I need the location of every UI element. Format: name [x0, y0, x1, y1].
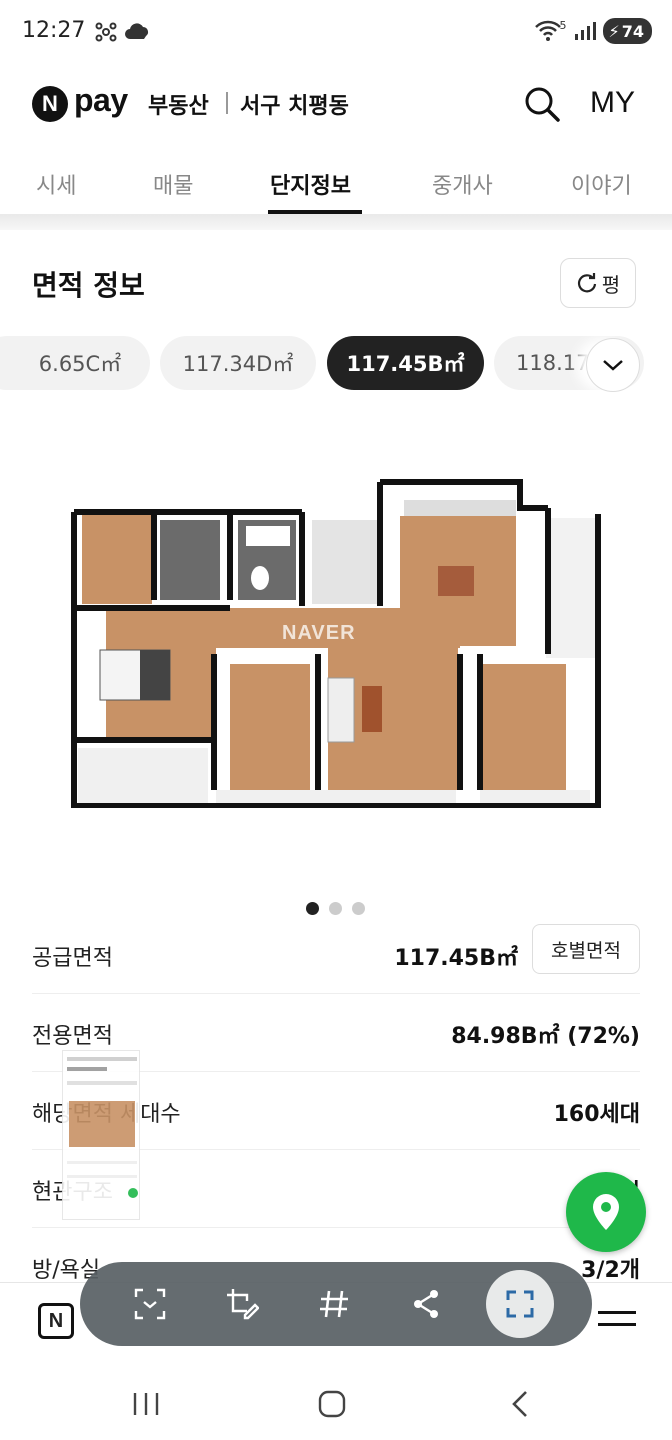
network-icon — [95, 22, 117, 42]
naver-home-button[interactable]: N — [38, 1303, 74, 1339]
tab-price[interactable]: 시세 — [36, 168, 76, 200]
cell-signal-icon — [574, 22, 596, 40]
households-value: 160세대 — [553, 1102, 640, 1127]
battery-level: 74 — [621, 21, 644, 41]
search-icon — [525, 87, 560, 122]
scroll-capture-button[interactable] — [486, 1270, 554, 1338]
scan-text-icon — [134, 1288, 166, 1320]
thumbnail-preview — [67, 1057, 138, 1198]
area-info-title: 면적 정보 — [32, 269, 145, 302]
share-button[interactable] — [398, 1276, 454, 1332]
expand-chips-button[interactable] — [586, 338, 640, 392]
area-chip-label: 117.34D㎡ — [182, 352, 294, 376]
home-icon — [318, 1390, 346, 1418]
carousel-dot[interactable] — [329, 902, 342, 915]
area-chip-label: 6.65C㎡ — [38, 352, 122, 376]
back-button[interactable] — [500, 1384, 540, 1424]
carousel-dot-active[interactable] — [306, 902, 319, 915]
tab-separator — [0, 214, 672, 230]
exclusive-area-value: 84.98B㎡ (72%) — [451, 1024, 640, 1049]
unit-area-button[interactable]: 호별면적 — [532, 924, 640, 974]
chevron-down-icon — [603, 360, 623, 371]
expand-capture-icon — [506, 1290, 534, 1318]
crop-edit-button[interactable] — [214, 1276, 270, 1332]
unit-toggle-label: 평 — [601, 272, 621, 297]
area-chip-label: 118.17 — [516, 351, 590, 375]
recent-apps-icon — [133, 1393, 159, 1415]
supply-area-label: 공급면적 — [32, 946, 113, 971]
tab-agents[interactable]: 중개사 — [432, 168, 493, 200]
status-right-icons: 5 ⚡ 74 — [534, 18, 652, 44]
location-title[interactable]: 서구 치평동 — [240, 88, 349, 120]
hashtag-button[interactable] — [306, 1276, 362, 1332]
unit-toggle-button[interactable]: 평 — [560, 258, 636, 308]
hamburger-icon[interactable] — [598, 1311, 636, 1335]
header-divider — [226, 92, 228, 114]
battery-indicator: ⚡ 74 — [602, 18, 652, 44]
area-chip-label: 117.45B㎡ — [346, 352, 465, 376]
logo-pay-text[interactable]: pay — [74, 82, 128, 119]
my-button[interactable]: MY — [590, 86, 635, 120]
tab-stories[interactable]: 이야기 — [571, 168, 632, 200]
cloud-icon — [125, 23, 148, 39]
charging-icon: ⚡ — [608, 21, 620, 41]
supply-area-row: 공급면적 117.45B㎡ 호별면적 — [32, 916, 640, 994]
area-chip[interactable]: 117.34D㎡ — [160, 336, 316, 390]
system-nav-bar — [0, 1362, 672, 1440]
tab-complex-info[interactable]: 단지정보 — [270, 168, 351, 200]
rooms-value: 3/2개 — [581, 1258, 640, 1283]
home-button[interactable] — [312, 1384, 352, 1424]
status-time: 12:27 — [22, 18, 86, 43]
carousel-dot[interactable] — [352, 902, 365, 915]
capture-toolbar — [80, 1262, 592, 1346]
exclusive-area-label: 전용면적 — [32, 1024, 113, 1049]
refresh-icon — [577, 273, 596, 293]
back-icon — [512, 1391, 527, 1417]
share-icon — [414, 1290, 438, 1318]
recent-apps-button[interactable] — [126, 1384, 166, 1424]
search-button[interactable] — [522, 84, 562, 124]
area-chip[interactable]: 6.65C㎡ — [0, 336, 150, 390]
map-pin-icon — [593, 1194, 619, 1230]
tab-bar: 시세 매물 단지정보 중개사 이야기 — [0, 160, 672, 216]
screenshot-thumbnail[interactable] — [62, 1050, 140, 1220]
app-header: N pay 부동산 서구 치평동 MY — [0, 66, 672, 146]
carousel-indicator — [306, 902, 365, 915]
signal-label: 5 — [559, 18, 567, 32]
wifi-icon — [534, 20, 561, 41]
map-view-button[interactable] — [566, 1172, 646, 1252]
supply-area-value: 117.45B㎡ — [394, 946, 518, 971]
floor-plan-watermark: NAVER — [282, 622, 356, 644]
scan-text-button[interactable] — [122, 1276, 178, 1332]
status-bar: 12:27 5 ⚡ 74 — [0, 0, 672, 66]
area-chip-list: 6.65C㎡ 117.34D㎡ 117.45B㎡ 118.17 — [0, 336, 672, 392]
area-chip-selected[interactable]: 117.45B㎡ — [327, 336, 484, 390]
hashtag-icon — [320, 1290, 348, 1318]
tab-listings[interactable]: 매물 — [153, 168, 193, 200]
npay-logo-icon[interactable]: N — [32, 86, 68, 122]
status-notification-icons — [94, 20, 152, 44]
crop-edit-icon — [227, 1289, 259, 1320]
logo-estate-text[interactable]: 부동산 — [148, 88, 209, 120]
